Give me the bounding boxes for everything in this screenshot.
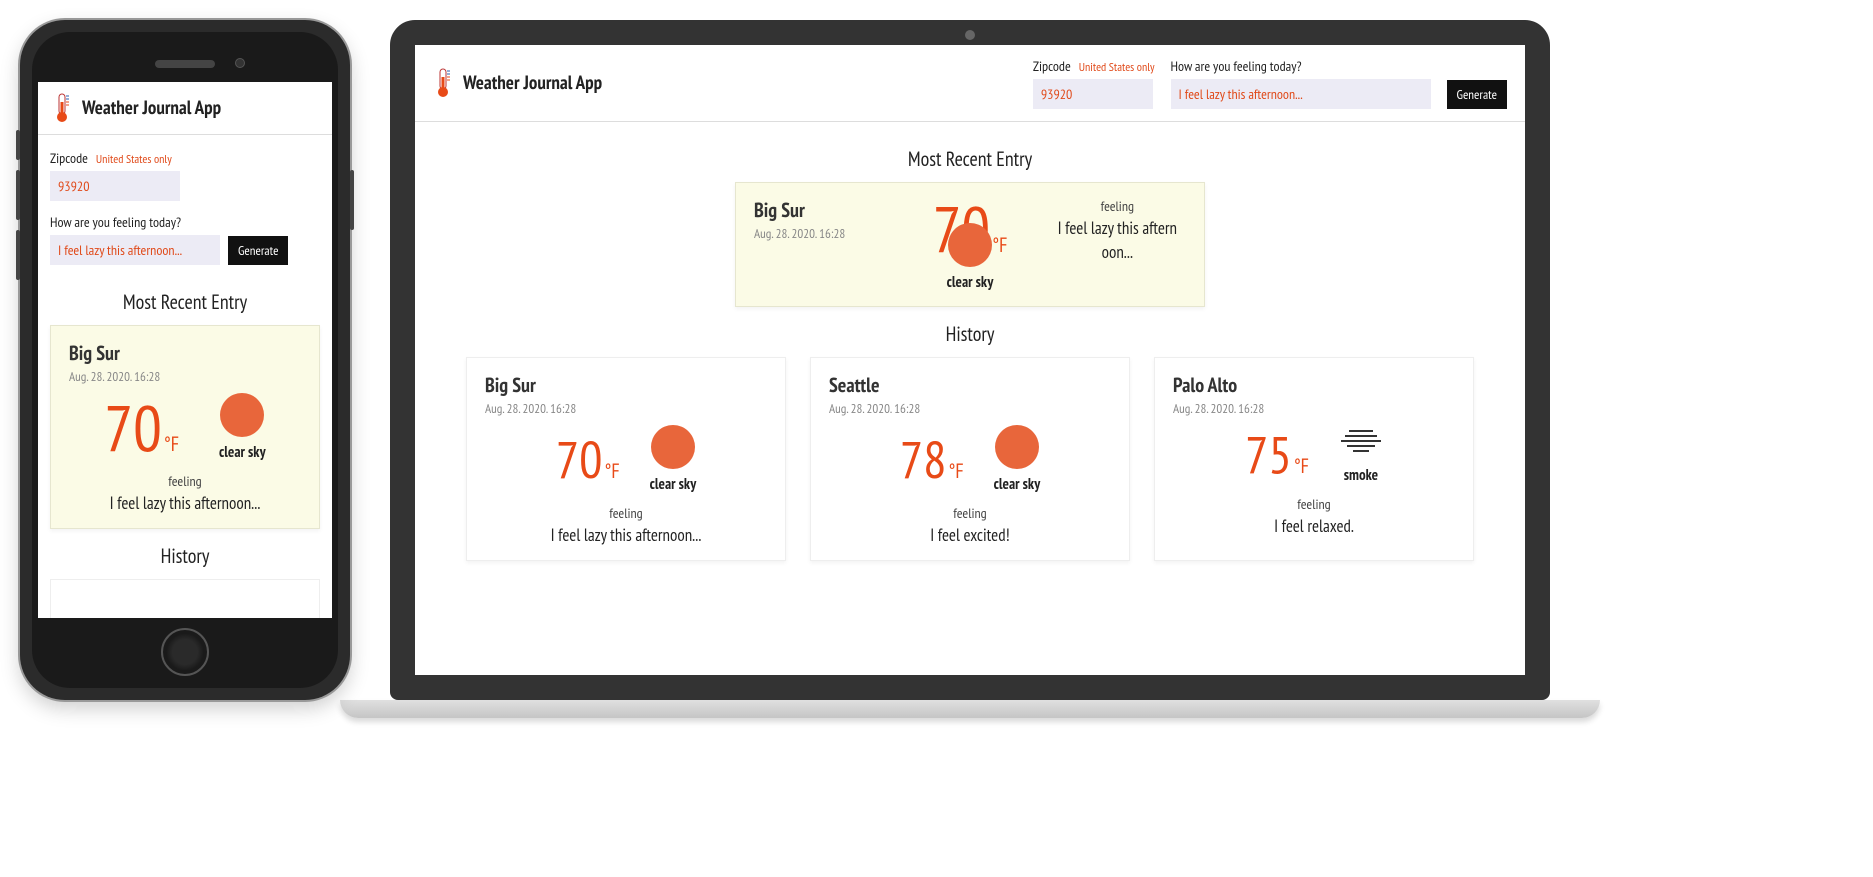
history-timestamp: Aug. 28. 2020. 16:28 xyxy=(485,400,767,417)
history-city: Seattle xyxy=(829,372,1111,398)
history-condition: smoke xyxy=(1344,466,1378,485)
history-timestamp: Aug. 28. 2020. 16:28 xyxy=(829,400,1111,417)
app-header: Weather Journal App xyxy=(38,82,332,135)
recent-timestamp: Aug. 28. 2020. 16:28 xyxy=(754,225,891,242)
sun-icon xyxy=(651,425,695,469)
recent-temperature: 70 °F xyxy=(104,396,179,460)
feelings-label: How are you feeling today? xyxy=(1171,57,1302,75)
recent-section-title: Most Recent Entry xyxy=(38,289,332,315)
history-card: Big Sur Aug. 28. 2020. 16:28 70 °F clear… xyxy=(466,357,786,561)
entry-form: Zipcode United States only How are you f… xyxy=(1033,57,1507,109)
sun-icon xyxy=(948,223,992,267)
feelings-label: How are you feeling today? xyxy=(50,213,181,231)
zipcode-label: Zipcode xyxy=(50,149,88,167)
history-temperature: 75 °F xyxy=(1245,429,1309,481)
zipcode-input[interactable] xyxy=(1033,79,1153,109)
app-title: Weather Journal App xyxy=(82,96,221,120)
history-section-title: History xyxy=(415,321,1525,347)
zipcode-input[interactable] xyxy=(50,171,180,201)
app-title: Weather Journal App xyxy=(463,71,602,95)
phone-screen: Weather Journal App Zipcode United State… xyxy=(38,82,332,618)
sun-icon xyxy=(995,425,1039,469)
history-city: Palo Alto xyxy=(1173,372,1455,398)
laptop-mockup: Weather Journal App Zipcode United State… xyxy=(390,20,1550,718)
history-timestamp: Aug. 28. 2020. 16:28 xyxy=(1173,400,1455,417)
recent-condition: clear sky xyxy=(947,273,994,292)
history-feeling-text: I feel relaxed. xyxy=(1173,515,1455,537)
feeling-label: feeling xyxy=(829,504,1111,522)
entry-form: Zipcode United States only How are you f… xyxy=(38,135,332,275)
history-card: Palo Alto Aug. 28. 2020. 16:28 75 °F xyxy=(1154,357,1474,561)
laptop-screen: Weather Journal App Zipcode United State… xyxy=(415,45,1525,675)
laptop-camera-icon xyxy=(965,30,975,40)
history-section-title: History xyxy=(38,543,332,569)
recent-feeling-text: I feel lazy this afternoon... xyxy=(69,492,301,514)
history-temperature: 70 °F xyxy=(556,434,620,486)
recent-feeling-text-line1: I feel lazy this aftern xyxy=(1049,217,1186,239)
history-city: Big Sur xyxy=(485,372,767,398)
thermometer-icon xyxy=(433,67,453,99)
history-condition: clear sky xyxy=(650,475,697,494)
zipcode-hint: United States only xyxy=(1079,60,1155,75)
phone-speaker xyxy=(155,60,215,68)
generate-button[interactable]: Generate xyxy=(1447,80,1507,109)
app-header: Weather Journal App Zipcode United State… xyxy=(415,45,1525,122)
recent-section-title: Most Recent Entry xyxy=(415,146,1525,172)
feeling-label: feeling xyxy=(1049,197,1186,215)
zipcode-label: Zipcode xyxy=(1033,57,1071,75)
history-feeling-text: I feel excited! xyxy=(829,524,1111,546)
sun-icon xyxy=(220,393,264,437)
history-temperature: 78 °F xyxy=(900,434,964,486)
history-grid: Big Sur Aug. 28. 2020. 16:28 70 °F clear… xyxy=(415,357,1525,561)
feeling-label: feeling xyxy=(1173,495,1455,513)
recent-entry-card: Big Sur Aug. 28. 2020. 16:28 70 °F clear… xyxy=(50,325,320,529)
phone-camera-icon xyxy=(235,58,245,68)
thermometer-icon xyxy=(52,92,72,124)
feelings-input[interactable] xyxy=(1171,79,1431,109)
history-card-peek: Big Sur xyxy=(50,579,320,618)
laptop-base xyxy=(340,700,1600,718)
phone-mockup: Weather Journal App Zipcode United State… xyxy=(20,20,350,700)
generate-button[interactable]: Generate xyxy=(228,236,288,265)
history-card: Seattle Aug. 28. 2020. 16:28 78 °F clear… xyxy=(810,357,1130,561)
recent-city: Big Sur xyxy=(754,197,891,223)
feelings-input[interactable] xyxy=(50,235,220,265)
phone-home-button[interactable] xyxy=(161,628,209,676)
smoke-icon xyxy=(1339,425,1383,460)
history-feeling-text: I feel lazy this afternoon... xyxy=(485,524,767,546)
history-condition: clear sky xyxy=(994,475,1041,494)
recent-entry-card: Big Sur Aug. 28. 2020. 16:28 70 °F feeli… xyxy=(735,182,1205,307)
zipcode-hint: United States only xyxy=(96,152,172,167)
recent-city: Big Sur xyxy=(69,340,301,366)
recent-feeling-text-line2: oon... xyxy=(1049,241,1186,263)
feeling-label: feeling xyxy=(69,472,301,490)
recent-timestamp: Aug. 28. 2020. 16:28 xyxy=(69,368,301,385)
recent-condition: clear sky xyxy=(219,443,266,462)
feeling-label: feeling xyxy=(485,504,767,522)
